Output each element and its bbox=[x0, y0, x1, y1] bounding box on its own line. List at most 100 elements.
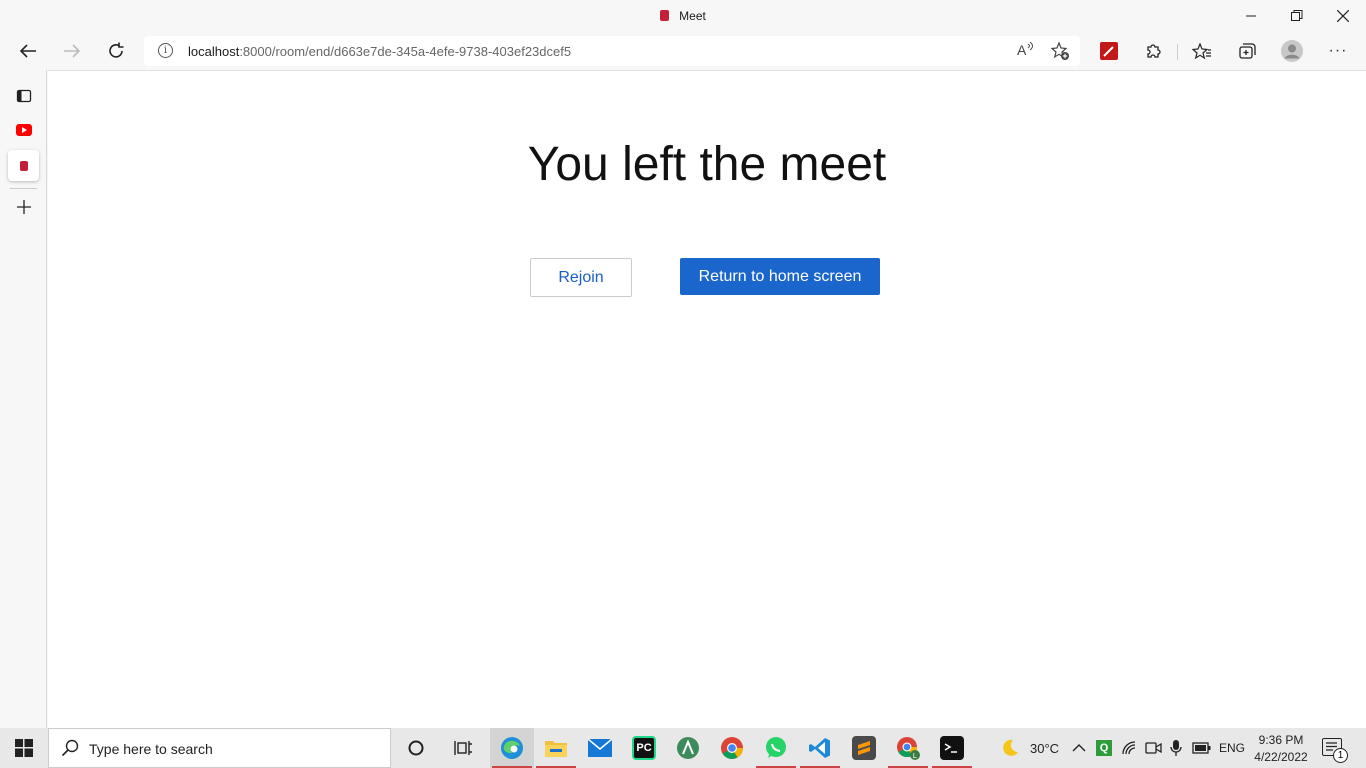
refresh-button[interactable] bbox=[100, 36, 132, 66]
forward-arrow-icon bbox=[64, 44, 81, 58]
window-title: Meet bbox=[0, 9, 1366, 23]
page-heading: You left the meet bbox=[527, 138, 887, 191]
weather-temperature: 30°C bbox=[1030, 740, 1060, 756]
meet-tab-icon bbox=[19, 160, 28, 171]
taskbar-sublime[interactable] bbox=[842, 728, 886, 768]
extension-badge bbox=[1100, 42, 1118, 60]
vertical-tabs-sidebar bbox=[0, 70, 47, 728]
restore-icon bbox=[1291, 10, 1303, 21]
battery-icon bbox=[1192, 742, 1211, 754]
chevron-up-icon bbox=[1072, 744, 1086, 752]
chrome-icon bbox=[721, 737, 743, 759]
minimize-button[interactable] bbox=[1228, 0, 1274, 32]
camera-icon bbox=[1145, 742, 1162, 754]
sublime-icon bbox=[852, 736, 876, 760]
sidebar-divider bbox=[10, 188, 37, 189]
tab-meet[interactable] bbox=[8, 150, 39, 181]
android-studio-icon bbox=[677, 737, 699, 759]
qbittorrent-icon: Q bbox=[1096, 740, 1112, 756]
favorites-icon bbox=[1192, 42, 1211, 60]
taskbar-edge[interactable] bbox=[490, 728, 534, 768]
tray-qbittorrent[interactable]: Q bbox=[1096, 728, 1112, 768]
back-arrow-icon bbox=[19, 44, 36, 58]
add-favorite-icon[interactable] bbox=[1050, 41, 1070, 64]
address-bar[interactable]: i localhost:8000/room/end/d663e7de-345a-… bbox=[144, 36, 1080, 66]
cortana-icon bbox=[408, 740, 424, 756]
tab-actions-icon bbox=[16, 89, 31, 102]
page-content: You left the meet Rejoin Return to home … bbox=[48, 70, 1366, 728]
tray-network[interactable] bbox=[1121, 728, 1139, 768]
rejoin-button[interactable]: Rejoin bbox=[530, 258, 632, 297]
close-window-button[interactable] bbox=[1320, 0, 1366, 32]
taskbar-file-explorer[interactable] bbox=[534, 728, 578, 768]
vscode-icon bbox=[809, 738, 830, 758]
new-tab-button[interactable] bbox=[8, 191, 39, 222]
clock-time: 9:36 PM bbox=[1258, 733, 1304, 747]
search-icon bbox=[61, 739, 79, 757]
show-hidden-icons-button[interactable] bbox=[1072, 728, 1086, 768]
avatar-icon bbox=[1281, 40, 1303, 62]
taskbar-terminal[interactable] bbox=[930, 728, 974, 768]
tab-actions-button[interactable] bbox=[8, 80, 39, 111]
terminal-prompt-glyph bbox=[944, 743, 957, 753]
notification-count-badge: 1 bbox=[1333, 748, 1348, 763]
read-aloud-icon[interactable]: A bbox=[1016, 41, 1034, 62]
forward-button[interactable] bbox=[56, 36, 88, 66]
pycharm-icon: PC bbox=[632, 736, 656, 760]
taskbar-chrome-profile[interactable]: L bbox=[886, 728, 930, 768]
puzzle-icon bbox=[1147, 44, 1161, 58]
sublime-s-glyph bbox=[858, 741, 870, 755]
task-view-button[interactable] bbox=[442, 728, 486, 768]
more-menu-button[interactable]: ··· bbox=[1322, 36, 1354, 66]
url-host: localhost bbox=[188, 44, 240, 59]
tray-battery[interactable] bbox=[1192, 728, 1212, 768]
star-plus-glyph bbox=[1050, 41, 1069, 60]
taskbar-pycharm[interactable]: PC bbox=[622, 728, 666, 768]
back-button[interactable] bbox=[12, 36, 44, 66]
extension-red-icon[interactable] bbox=[1093, 36, 1125, 66]
chrome-profile-icon: L bbox=[897, 737, 920, 760]
taskbar-whatsapp[interactable] bbox=[754, 728, 798, 768]
taskbar-chrome[interactable] bbox=[710, 728, 754, 768]
tab-youtube[interactable] bbox=[8, 114, 39, 145]
mail-icon bbox=[588, 739, 612, 757]
taskbar-vscode[interactable] bbox=[798, 728, 842, 768]
taskbar-mail[interactable] bbox=[578, 728, 622, 768]
task-view-icon bbox=[454, 741, 472, 755]
search-placeholder: Type here to search bbox=[89, 741, 213, 757]
weather-widget[interactable]: 30°C bbox=[998, 728, 1059, 768]
cortana-button[interactable] bbox=[394, 728, 438, 768]
taskbar-clock[interactable]: 9:36 PM 4/22/2022 bbox=[1248, 732, 1314, 766]
svg-text:L: L bbox=[913, 752, 917, 760]
youtube-icon bbox=[15, 123, 32, 136]
return-home-button[interactable]: Return to home screen bbox=[680, 258, 880, 295]
refresh-icon bbox=[109, 42, 124, 58]
extensions-button[interactable] bbox=[1137, 36, 1169, 66]
collections-icon bbox=[1239, 43, 1256, 59]
taskbar-search-box[interactable]: Type here to search bbox=[48, 728, 391, 768]
windows-logo-icon bbox=[15, 739, 33, 757]
collections-button[interactable] bbox=[1230, 36, 1262, 66]
start-button[interactable] bbox=[0, 728, 48, 768]
site-info-icon[interactable]: i bbox=[158, 43, 173, 58]
pen-glyph bbox=[1103, 46, 1114, 57]
url-text[interactable]: localhost:8000/room/end/d663e7de-345a-4e… bbox=[188, 44, 571, 59]
folder-icon bbox=[545, 741, 567, 757]
wifi-icon bbox=[1122, 741, 1136, 755]
window-title-text: Meet bbox=[679, 9, 706, 23]
tray-language[interactable]: ENG bbox=[1219, 728, 1245, 768]
restore-button[interactable] bbox=[1274, 0, 1320, 32]
favorites-button[interactable] bbox=[1186, 36, 1218, 66]
read-aloud-glyph: A bbox=[1017, 41, 1033, 58]
microphone-icon bbox=[1170, 740, 1182, 756]
taskbar-android-studio[interactable] bbox=[666, 728, 710, 768]
tray-camera[interactable] bbox=[1145, 728, 1163, 768]
svg-text:A: A bbox=[1017, 42, 1027, 58]
whatsapp-icon bbox=[766, 737, 786, 758]
close-icon bbox=[1337, 10, 1349, 22]
window-title-bar: Meet bbox=[0, 0, 1366, 32]
meet-favicon-icon bbox=[660, 10, 670, 21]
moon-icon bbox=[1003, 739, 1018, 756]
profile-button[interactable] bbox=[1276, 36, 1308, 66]
tray-microphone[interactable] bbox=[1169, 728, 1183, 768]
